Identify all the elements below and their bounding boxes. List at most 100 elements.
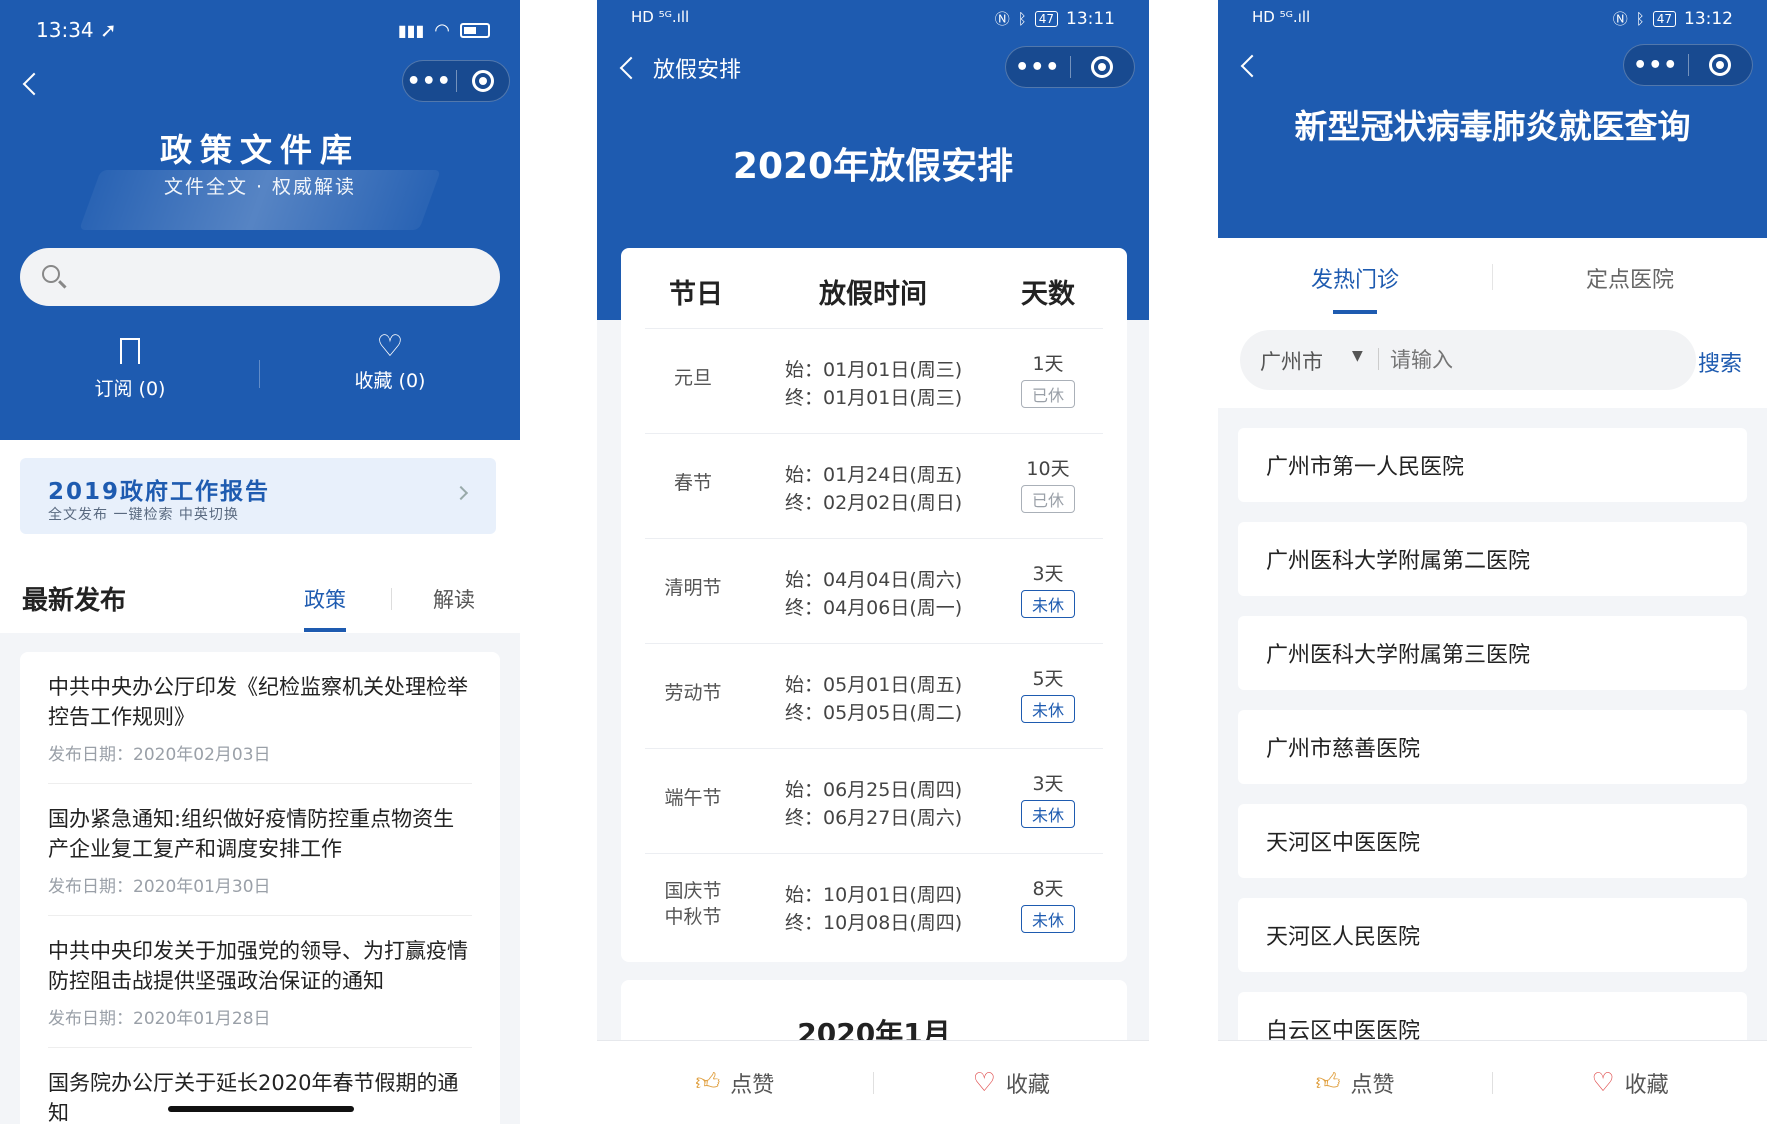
bottom-action-bar: 👍︎ 点赞 ♡ 收藏 xyxy=(1218,1040,1767,1124)
article-date: 发布日期：2020年01月30日 xyxy=(48,877,271,897)
mini-program-capsule[interactable]: ••• xyxy=(1005,46,1135,88)
hospital-name: 天河区中医医院 xyxy=(1266,831,1421,856)
tab-interpretation[interactable]: 解读 xyxy=(433,584,475,614)
status-badge: 已休 xyxy=(1020,485,1075,513)
status-left: HD ⁵ᴳ.ıll xyxy=(631,8,690,26)
search-button[interactable]: 搜索 xyxy=(1698,346,1742,378)
article-title: 国办紧急通知:组织做好疫情防控重点物资生产企业复工复产和调度安排工作 xyxy=(48,807,455,861)
tab-designated-hospital[interactable]: 定点医院 xyxy=(1493,262,1767,294)
more-icon[interactable]: ••• xyxy=(1006,55,1070,80)
home-indicator xyxy=(168,1106,354,1112)
subscribe-button[interactable]: 订阅 (0) xyxy=(0,330,260,410)
back-arrow-icon[interactable] xyxy=(1240,54,1264,78)
favorite-label: 收藏 xyxy=(1005,1072,1050,1098)
search-icon xyxy=(42,265,60,283)
hospital-name: 广州市第一人民医院 xyxy=(1266,455,1465,480)
status-badge: 未休 xyxy=(1020,695,1075,723)
hero-title: 2020年放假安排 xyxy=(732,146,1014,187)
close-target-icon[interactable] xyxy=(1071,56,1135,78)
search-input[interactable] xyxy=(20,248,500,306)
holiday-end: 终：05月05日(周二) xyxy=(785,702,963,724)
work-report-banner[interactable]: 2019政府工作报告 全文发布 一键检索 中英切换 xyxy=(20,458,496,534)
status-time: 13:11 xyxy=(1066,8,1115,29)
lookup-header: HD ⁵ᴳ.ıll Ⓝ ᛒ 47 13:12 ••• 新型冠状病毒肺炎就医查询 xyxy=(1218,0,1767,238)
page-subtitle: 文件全文 · 权威解读 xyxy=(163,176,357,198)
hospital-list-item[interactable]: 天河区人民医院 xyxy=(1238,898,1747,972)
holiday-schedule-screen: HD ⁵ᴳ.ıll Ⓝ ᛒ 47 13:11 放假安排 ••• 2020年放假安… xyxy=(597,0,1149,1124)
hospital-list-item[interactable]: 广州市慈善医院 xyxy=(1238,710,1747,784)
status-badge: 已休 xyxy=(1020,380,1075,408)
bottom-action-bar: 👍︎ 点赞 ♡ 收藏 xyxy=(597,1040,1149,1124)
hospital-name: 广州医科大学附属第三医院 xyxy=(1266,643,1531,668)
holiday-name: 劳动节 xyxy=(664,682,722,704)
holiday-days: 3天 xyxy=(1032,773,1064,795)
close-target-icon[interactable] xyxy=(456,70,509,92)
article-date: 发布日期：2020年01月28日 xyxy=(48,1009,271,1029)
battery-icon: 47 xyxy=(1652,10,1676,27)
table-row: 春节 始：01月24日(周五) 终：02月02日(周日) 10天 已休 xyxy=(645,433,1103,538)
holiday-name: 元旦 xyxy=(673,367,712,389)
header-period: 放假时间 xyxy=(819,279,927,310)
holiday-end: 终：06月27日(周六) xyxy=(785,807,963,829)
list-item[interactable]: 国务院办公厅关于延长2020年春节假期的通知 xyxy=(48,1068,468,1124)
bookmark-icon xyxy=(120,338,140,364)
heart-icon: ♡ xyxy=(376,329,404,364)
hospital-name: 天河区人民医院 xyxy=(1266,925,1421,950)
table-row: 端午节 始：06月25日(周四) 终：06月27日(周六) 3天 未休 xyxy=(645,748,1103,853)
favorite-button[interactable]: ♡ 收藏 xyxy=(874,1067,1150,1099)
holiday-start: 始：06月25日(周四) xyxy=(785,779,963,801)
status-left: HD ⁵ᴳ.ıll xyxy=(1252,8,1311,26)
heart-icon: ♡ xyxy=(1591,1067,1615,1098)
like-button[interactable]: 👍︎ 点赞 xyxy=(597,1067,873,1099)
holiday-start: 始：04月04日(周六) xyxy=(785,569,963,591)
hospital-list-item[interactable]: 天河区中医医院 xyxy=(1238,804,1747,878)
tab-policy[interactable]: 政策 xyxy=(304,584,346,614)
holiday-end: 终：10月08日(周四) xyxy=(785,912,963,934)
article-title: 中共中央印发关于加强党的领导、为打赢疫情防控阻击战提供坚强政治保证的通知 xyxy=(48,939,468,993)
header-days: 天数 xyxy=(1021,279,1075,310)
search-bar: 广州市 ▼ xyxy=(1240,330,1696,390)
status-badge: 未休 xyxy=(1020,800,1075,828)
table-row: 国庆节 中秋节 始：10月01日(周四) 终：10月08日(周四) 8天 未休 xyxy=(645,853,1103,958)
more-icon[interactable]: ••• xyxy=(1624,53,1688,78)
banner-title: 2019政府工作报告 xyxy=(48,479,271,505)
hero-title: 新型冠状病毒肺炎就医查询 xyxy=(1294,107,1691,146)
favorite-button[interactable]: ♡ 收藏 (0) xyxy=(260,330,520,410)
nav-title: 放假安排 xyxy=(653,58,742,83)
subscribe-label: 订阅 (0) xyxy=(94,378,166,400)
hospital-search-input[interactable] xyxy=(1390,340,1670,380)
more-icon[interactable]: ••• xyxy=(403,69,456,94)
holiday-start: 始：05月01日(周五) xyxy=(785,674,963,696)
tab-fever-clinic[interactable]: 发热门诊 xyxy=(1218,262,1492,294)
list-item[interactable]: 中共中央印发关于加强党的领导、为打赢疫情防控阻击战提供坚强政治保证的通知 发布日… xyxy=(48,936,468,1029)
like-button[interactable]: 👍︎ 点赞 xyxy=(1218,1067,1492,1099)
close-target-icon[interactable] xyxy=(1689,54,1753,76)
latest-section-header: 最新发布 政策 解读 xyxy=(0,558,520,633)
city-select[interactable]: 广州市 xyxy=(1260,346,1323,376)
back-arrow-icon[interactable] xyxy=(619,56,643,80)
favorite-label: 收藏 (0) xyxy=(354,370,426,392)
mini-program-capsule[interactable]: ••• xyxy=(1623,44,1753,86)
status-badge: 未休 xyxy=(1020,905,1075,933)
table-row: 元旦 始：01月01日(周三) 终：01月01日(周三) 1天 已休 xyxy=(645,328,1103,433)
hospital-list-item[interactable]: 广州医科大学附属第三医院 xyxy=(1238,616,1747,690)
favorite-button[interactable]: ♡ 收藏 xyxy=(1493,1067,1767,1099)
hospital-list-item[interactable]: 广州医科大学附属第二医院 xyxy=(1238,522,1747,596)
list-item[interactable]: 国办紧急通知:组织做好疫情防控重点物资生产企业复工复产和调度安排工作 发布日期：… xyxy=(48,804,468,897)
battery-icon: 47 xyxy=(1034,10,1058,27)
like-label: 点赞 xyxy=(730,1072,775,1098)
hospital-name: 广州市慈善医院 xyxy=(1266,737,1421,762)
table-header: 节日 放假时间 天数 xyxy=(621,248,1127,328)
hospital-list-item[interactable]: 广州市第一人民医院 xyxy=(1238,428,1747,502)
article-title: 国务院办公厅关于延长2020年春节假期的通知 xyxy=(48,1071,459,1124)
policy-header: 13:34 ➚ ▮▮▮ ◠ ••• 政策文件库 文件全文 · 权威解读 订阅 (… xyxy=(0,0,520,440)
filter-panel: 发热门诊 定点医院 广州市 ▼ 搜索 xyxy=(1218,238,1767,408)
holiday-name: 国庆节 中秋节 xyxy=(664,880,722,928)
thumbs-up-icon: 👍︎ xyxy=(695,1068,721,1096)
wifi-icon: ◠ xyxy=(434,20,450,41)
page-title: 政策文件库 xyxy=(159,131,360,169)
back-arrow-icon[interactable] xyxy=(22,72,46,96)
list-item[interactable]: 中共中央办公厅印发《纪检监察机关处理检举控告工作规则》 发布日期：2020年02… xyxy=(48,672,468,765)
mini-program-capsule[interactable]: ••• xyxy=(402,60,510,102)
hospital-name: 广州医科大学附属第二医院 xyxy=(1266,549,1531,574)
